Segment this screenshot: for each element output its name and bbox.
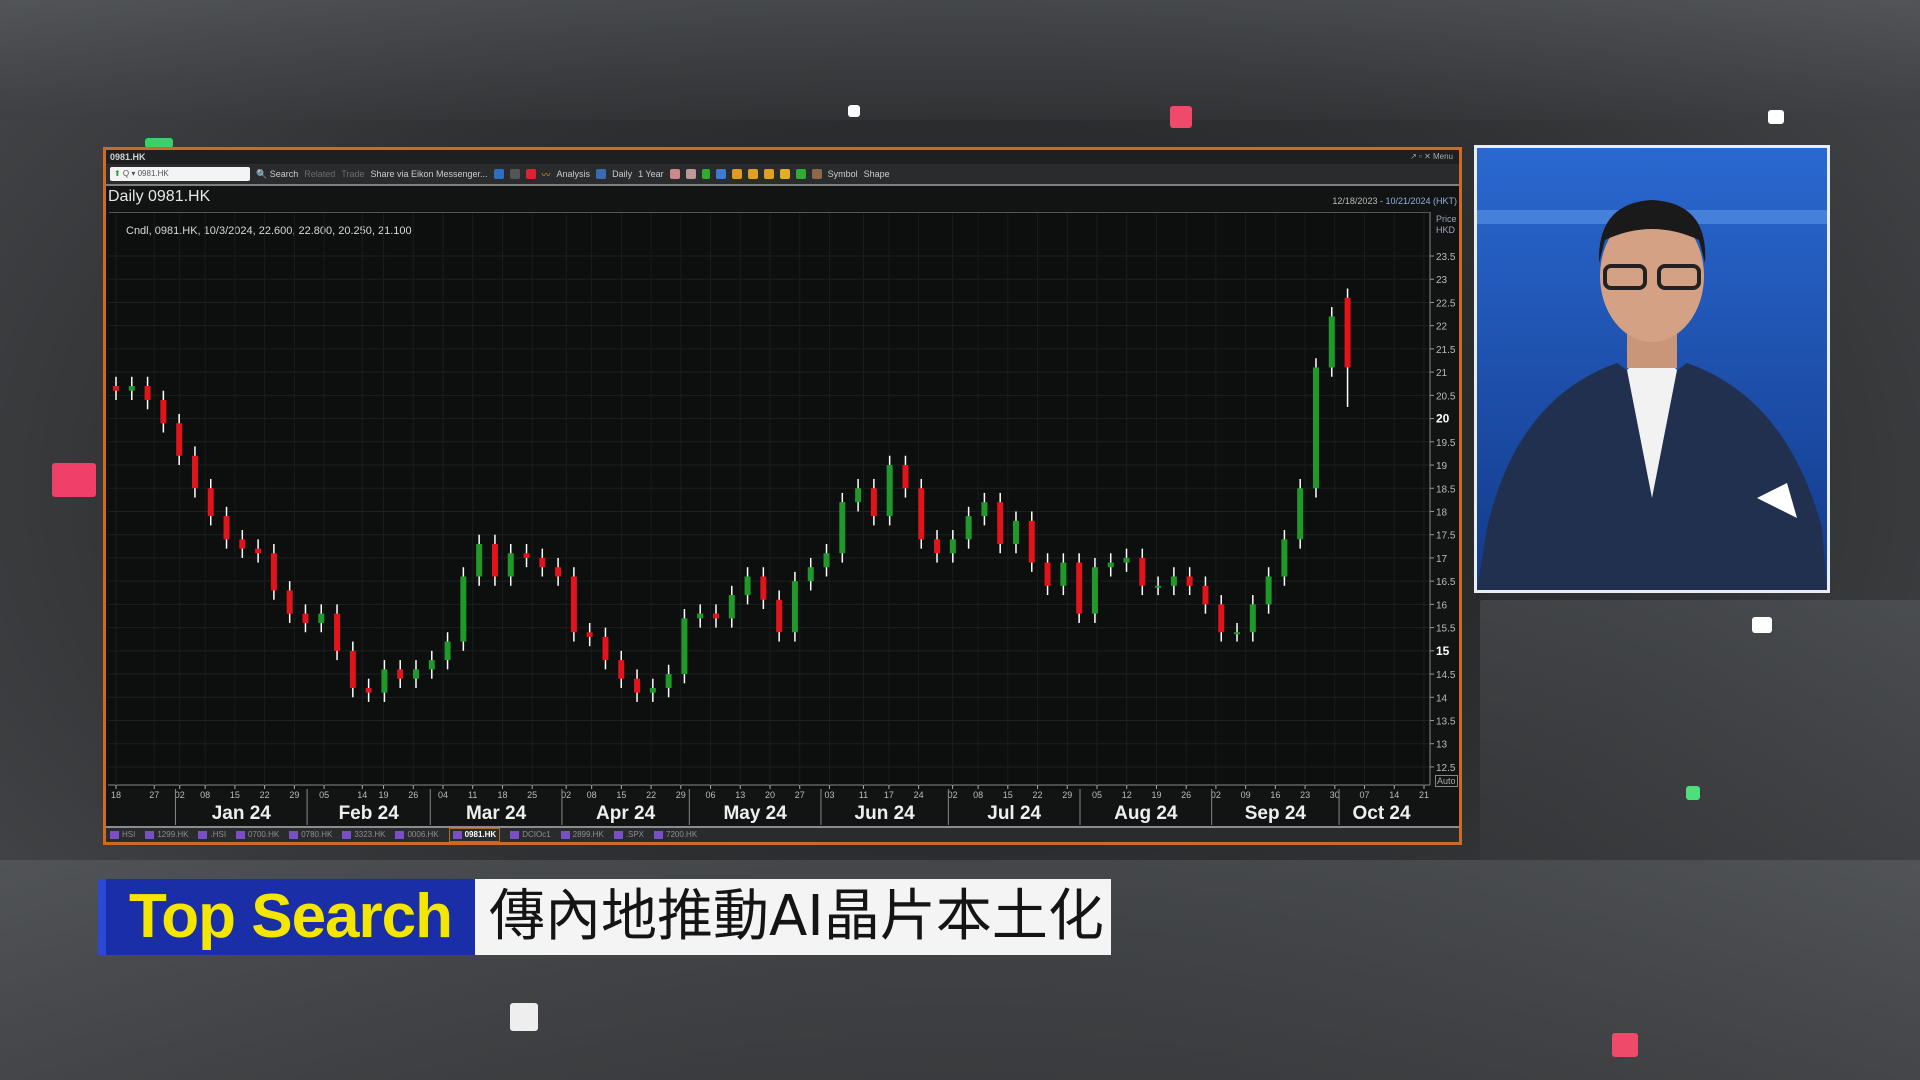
decor-square — [1612, 1033, 1638, 1057]
chart-icon — [110, 831, 119, 839]
ticker-tab-label: 2899.HK — [572, 830, 604, 839]
symbol-icon[interactable] — [811, 169, 822, 179]
fit-icon[interactable] — [747, 169, 758, 179]
ticker-tab-label: 3323.HK — [354, 830, 386, 839]
zoom-icon[interactable] — [731, 169, 742, 179]
ticker-tab[interactable]: .HSI — [198, 828, 226, 842]
analysis-icon: 〰 — [541, 169, 551, 180]
ric-input[interactable]: ⬆ Q ▾ 0981.HK — [110, 167, 250, 181]
crosshair-readout: Cndl, 0981.HK, 10/3/2024, 22.600, 22.800… — [126, 225, 412, 237]
decor-square — [1768, 110, 1784, 124]
date-range: 12/18/2023 - 10/21/2024 (HKT) — [1332, 196, 1457, 206]
ticker-tab[interactable]: 0700.HK — [236, 828, 279, 842]
chart-icon — [198, 831, 208, 839]
ticker-tab[interactable]: 7200.HK — [654, 828, 697, 842]
undo-icon[interactable] — [493, 169, 504, 179]
ticker-tab-bar: HSI 1299.HK .HSI 0700.HK 0780.HK 3323.HK 0006.… — [106, 826, 1459, 842]
chart-icon — [289, 831, 299, 839]
hourglass-icon[interactable] — [779, 169, 790, 179]
range-end: 10/21/2024 (HKT) — [1385, 196, 1457, 206]
chart-style-icon[interactable] — [669, 169, 680, 179]
chart-title: Daily 0981.HK — [108, 188, 211, 205]
y-axis-title: Price HKD — [1436, 214, 1457, 236]
ticker-tab[interactable]: .SPX — [613, 828, 645, 842]
crosshair-icon[interactable] — [701, 169, 710, 179]
ticker-tab[interactable]: HSI — [110, 828, 135, 842]
presenter-image — [1477, 148, 1827, 590]
ticker-tab[interactable]: 0981.HK — [448, 828, 501, 842]
chart-icon — [510, 831, 520, 839]
decor-square — [1752, 617, 1772, 633]
ticker-tab-label: 7200.HK — [666, 830, 698, 839]
background-block — [1480, 600, 1920, 860]
chart-icon — [342, 831, 352, 839]
pan-icon[interactable] — [795, 169, 806, 179]
decor-square — [52, 463, 96, 497]
ticker-tab-label: 0780.HK — [301, 830, 333, 839]
ticker-tab-label: .SPX — [625, 830, 645, 839]
shape-menu[interactable]: Shape — [864, 169, 890, 179]
decor-square — [1170, 106, 1192, 128]
background-block — [0, 0, 1920, 120]
redo-icon[interactable] — [509, 169, 520, 179]
currency-label: HKD — [1436, 225, 1456, 235]
chart-icon — [145, 831, 155, 839]
caption-headline: 傳內地推動AI晶片本土化 — [475, 879, 1111, 955]
ticker-tab-label: 0006.HK — [407, 830, 439, 839]
period-menu[interactable]: 1 Year — [638, 169, 664, 179]
interval-menu[interactable]: Daily — [612, 169, 632, 179]
ticker-tab[interactable]: 0006.HK — [395, 828, 439, 842]
share-button[interactable]: Share via Eikon Messenger... — [370, 169, 487, 179]
ticker-tab[interactable]: 2899.HK — [560, 828, 604, 842]
search-button[interactable]: 🔍 Search — [256, 169, 298, 180]
decor-square — [510, 1003, 538, 1031]
window-title: 0981.HK — [110, 152, 146, 162]
chart-icon — [654, 831, 664, 839]
analysis-menu[interactable]: Analysis — [557, 169, 591, 179]
ticker-tab-label: 0981.HK — [464, 830, 497, 839]
scale-icon[interactable] — [763, 169, 774, 179]
chart-icon — [395, 831, 405, 839]
window-controls[interactable]: ↗ ▫ ✕ Menu — [1410, 150, 1453, 164]
range-start: 12/18/2023 — [1332, 196, 1378, 206]
candle-type-icon[interactable] — [525, 169, 536, 179]
chart-window: 0981.HK ↗ ▫ ✕ Menu ⬆ Q ▾ 0981.HK 🔍 Searc… — [103, 147, 1462, 845]
chart-icon — [452, 831, 462, 839]
ticker-tab[interactable]: 3323.HK — [342, 828, 385, 842]
ric-value: 0981.HK — [137, 169, 169, 178]
save-icon[interactable] — [715, 169, 726, 179]
decor-square — [1686, 786, 1700, 800]
ticker-tab-label: 0700.HK — [248, 830, 280, 839]
chart-style-2-icon[interactable] — [685, 169, 696, 179]
ticker-tab-label: .HSI — [210, 830, 227, 839]
price-label: Price — [1436, 214, 1457, 224]
caption-tag: Top Search — [98, 879, 475, 955]
related-menu[interactable]: Related — [304, 169, 335, 179]
ticker-tab[interactable]: 1299.HK — [145, 828, 188, 842]
ticker-tab-label: 1299.HK — [157, 830, 189, 839]
window-titlebar: 0981.HK ↗ ▫ ✕ Menu — [106, 150, 1459, 164]
ticker-tab[interactable]: 0780.HK — [289, 828, 332, 842]
ticker-tab[interactable]: DCIOc1 — [510, 828, 551, 842]
chart-icon — [613, 831, 623, 839]
trade-menu[interactable]: Trade — [341, 169, 364, 179]
layout-icon[interactable] — [596, 169, 607, 179]
ticker-tab-label: DCIOc1 — [522, 830, 551, 839]
ticker-tab-label: HSI — [122, 830, 136, 839]
presenter-video — [1474, 145, 1830, 593]
search-label: Search — [269, 168, 299, 179]
chart-toolbar: ⬆ Q ▾ 0981.HK 🔍 Search Related Trade Sha… — [106, 164, 1459, 186]
auto-scale-button[interactable]: Auto — [1435, 775, 1458, 787]
chart-icon — [236, 831, 246, 839]
plot-area[interactable] — [109, 212, 1431, 789]
chart-icon — [560, 831, 570, 839]
symbol-menu[interactable]: Symbol — [828, 169, 858, 179]
decor-square — [848, 105, 860, 117]
